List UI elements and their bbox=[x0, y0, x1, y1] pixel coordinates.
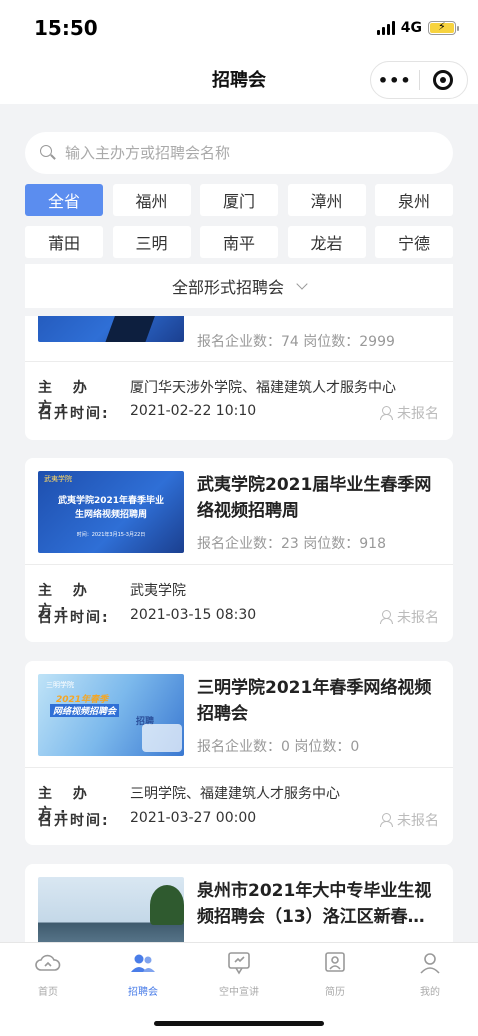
user-icon bbox=[382, 949, 478, 977]
fair-title: 三明学院2021年春季网络视频招聘会 bbox=[197, 678, 432, 724]
fair-list: 报名企业数：74 岗位数：2999 主 办 方: 厦门华天涉外学院、福建建筑人才… bbox=[0, 316, 478, 942]
time-value: 2021-02-22 10:10 bbox=[130, 403, 257, 419]
tab-me[interactable]: 我的 bbox=[382, 949, 478, 998]
city-button-fuzhou[interactable]: 福州 bbox=[112, 184, 191, 216]
fair-stats: 报名企业数：74 岗位数：2999 bbox=[197, 334, 395, 350]
registration-status: 未报名 bbox=[379, 810, 439, 830]
registration-status: 未报名 bbox=[379, 607, 439, 627]
network-type: 4G bbox=[400, 20, 422, 36]
city-button-sanming[interactable]: 三明 bbox=[112, 226, 191, 258]
city-button-ningde[interactable]: 宁德 bbox=[375, 226, 453, 258]
people-icon bbox=[95, 949, 191, 977]
fair-card[interactable]: 三明学院 2021年春季 网络视频招聘会 招聘 三明学院2021年春季网络视频招… bbox=[25, 661, 453, 845]
target-icon bbox=[433, 70, 454, 90]
home-indicator bbox=[154, 1021, 324, 1026]
fair-thumbnail: 三明学院 2021年春季 网络视频招聘会 招聘 bbox=[38, 674, 184, 756]
nav-bar: 招聘会 ••• bbox=[0, 56, 478, 104]
status-bar: 15:50 4G ⚡ bbox=[0, 0, 478, 56]
speech-icon bbox=[191, 949, 287, 977]
city-button-quanzhou[interactable]: 泉州 bbox=[375, 184, 453, 216]
city-filter: 全省 福州 厦门 漳州 泉州 莆田 三明 南平 龙岩 宁德 bbox=[25, 184, 453, 258]
fair-stats: 报名企业数：0 岗位数：0 bbox=[197, 739, 360, 755]
time-label: 召开时间: bbox=[38, 813, 110, 829]
fair-stats: 报名企业数：23 岗位数：918 bbox=[197, 536, 386, 552]
cloud-home-icon bbox=[0, 949, 96, 977]
time-value: 2021-03-27 00:00 bbox=[130, 810, 257, 826]
close-mini-program-button[interactable] bbox=[419, 70, 467, 90]
fair-type-label: 全部形式招聘会 bbox=[171, 278, 284, 297]
time-row: 召开时间: 2021-02-22 10:10 bbox=[38, 403, 256, 423]
chevron-down-icon bbox=[296, 278, 308, 290]
city-button-putian[interactable]: 莆田 bbox=[25, 226, 103, 258]
tab-home[interactable]: 首页 bbox=[0, 949, 96, 998]
city-button-xiamen[interactable]: 厦门 bbox=[200, 184, 278, 216]
tab-job-fair[interactable]: 招聘会 bbox=[95, 949, 191, 998]
person-icon bbox=[379, 610, 393, 624]
fair-card[interactable]: 武夷学院 武夷学院2021年春季毕业 生网络视频招聘周 时间：2021年3月15… bbox=[25, 458, 453, 642]
person-icon bbox=[379, 406, 393, 420]
city-button-all[interactable]: 全省 bbox=[25, 184, 103, 216]
fair-thumbnail bbox=[38, 877, 184, 942]
time-row: 召开时间: 2021-03-27 00:00 bbox=[38, 810, 256, 830]
city-button-longyan[interactable]: 龙岩 bbox=[287, 226, 366, 258]
resume-icon bbox=[287, 949, 383, 977]
fair-thumbnail bbox=[38, 316, 184, 342]
fair-card[interactable]: 泉州市2021年大中专毕业生视频招聘会（13）洛江区新春… bbox=[25, 864, 453, 942]
signal-icon bbox=[376, 21, 395, 35]
fair-title: 武夷学院2021届毕业生春季网络视频招聘周 bbox=[197, 475, 432, 521]
more-menu-button[interactable]: ••• bbox=[371, 71, 419, 90]
tab-resume[interactable]: 简历 bbox=[287, 949, 383, 998]
city-button-nanping[interactable]: 南平 bbox=[200, 226, 278, 258]
time-label: 召开时间: bbox=[38, 406, 110, 422]
mini-program-capsule: ••• bbox=[370, 61, 468, 99]
fair-title: 泉州市2021年大中专毕业生视频招聘会（13）洛江区新春… bbox=[197, 881, 432, 927]
search-icon bbox=[39, 144, 57, 162]
search-input[interactable] bbox=[65, 144, 425, 162]
city-button-zhangzhou[interactable]: 漳州 bbox=[287, 184, 366, 216]
tab-air-talk[interactable]: 空中宣讲 bbox=[191, 949, 287, 998]
time-value: 2021-03-15 08:30 bbox=[130, 607, 257, 623]
status-icons: 4G ⚡ bbox=[376, 20, 459, 36]
battery-icon: ⚡ bbox=[428, 20, 459, 35]
status-time: 15:50 bbox=[34, 16, 98, 40]
search-box[interactable] bbox=[25, 132, 453, 174]
fair-type-dropdown[interactable]: 全部形式招聘会 bbox=[25, 264, 453, 308]
time-row: 召开时间: 2021-03-15 08:30 bbox=[38, 607, 256, 627]
fair-thumbnail: 武夷学院 武夷学院2021年春季毕业 生网络视频招聘周 时间：2021年3月15… bbox=[38, 471, 184, 553]
person-icon bbox=[379, 813, 393, 827]
time-label: 召开时间: bbox=[38, 610, 110, 626]
fair-card[interactable]: 报名企业数：74 岗位数：2999 主 办 方: 厦门华天涉外学院、福建建筑人才… bbox=[25, 316, 453, 440]
registration-status: 未报名 bbox=[379, 403, 439, 423]
